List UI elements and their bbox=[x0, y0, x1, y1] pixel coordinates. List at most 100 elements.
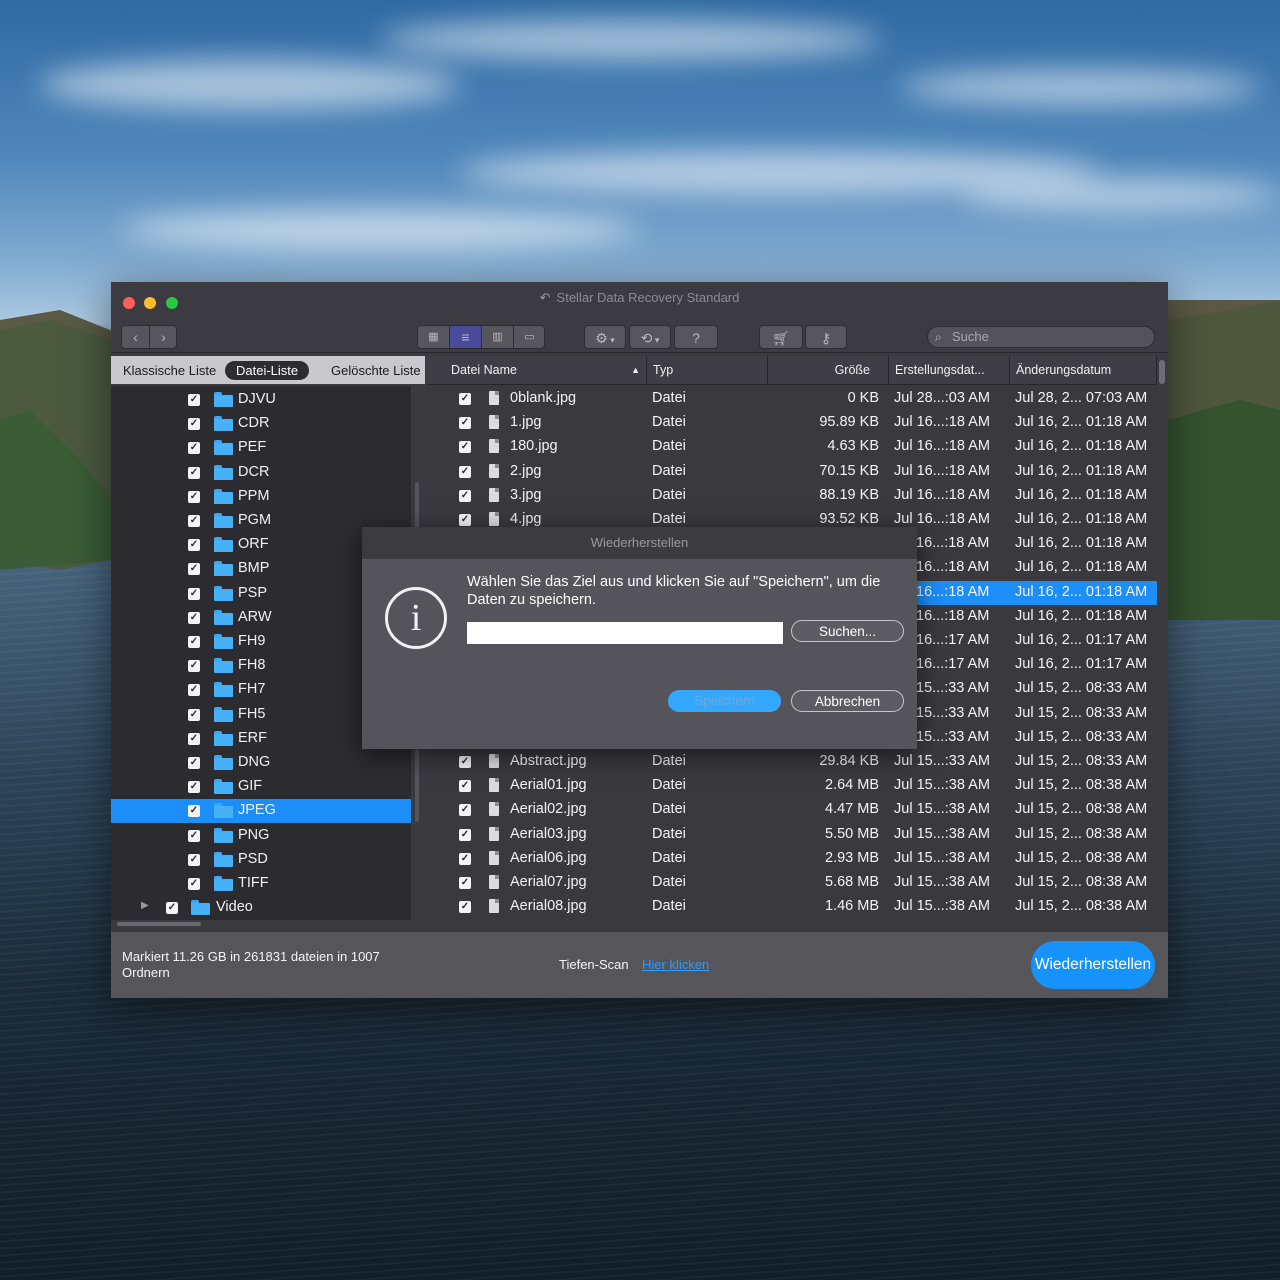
checkbox[interactable]: ✓ bbox=[459, 393, 471, 405]
tree-horizontal-scrollbar[interactable] bbox=[117, 922, 201, 926]
checkbox[interactable]: ✓ bbox=[188, 732, 200, 745]
checkbox[interactable]: ✓ bbox=[459, 780, 471, 793]
checkbox[interactable]: ✓ bbox=[459, 489, 471, 502]
table-row[interactable]: ✓ Aerial03.jpg Datei 5.50 MB Jul 15...:38 AM… bbox=[427, 823, 1157, 847]
folder-icon bbox=[214, 755, 233, 770]
checkbox[interactable]: ✓ bbox=[188, 708, 200, 721]
table-row[interactable]: ✓ Aerial07.jpg Datei 5.68 MB Jul 15...:38 AM… bbox=[427, 871, 1157, 895]
checkbox[interactable]: ✓ bbox=[188, 853, 200, 866]
column-view-button[interactable]: ▥ bbox=[482, 326, 514, 348]
checkbox[interactable]: ✓ bbox=[188, 515, 200, 527]
checkbox[interactable]: ✓ bbox=[459, 804, 471, 817]
tree-item[interactable]: ✓ TIFF bbox=[111, 872, 411, 896]
checkbox[interactable]: ✓ bbox=[188, 878, 200, 890]
file-name: Aerial06.jpg bbox=[510, 849, 587, 866]
back-button[interactable]: ‹ bbox=[122, 326, 150, 348]
table-row[interactable]: ✓ 0blank.jpg Datei 0 KB Jul 28...:03 AM Jul 2… bbox=[427, 387, 1157, 411]
search-placeholder: Suche bbox=[952, 329, 989, 344]
checkbox[interactable]: ✓ bbox=[459, 514, 471, 526]
tree-item[interactable]: ✓ PPM bbox=[111, 485, 411, 509]
checkbox[interactable]: ✓ bbox=[188, 587, 200, 600]
checkbox[interactable]: ✓ bbox=[188, 442, 200, 455]
file-name: 2.jpg bbox=[510, 462, 542, 479]
tab-file-list[interactable]: Datei-Liste bbox=[225, 361, 310, 380]
save-button[interactable]: Speichern bbox=[668, 690, 781, 712]
search-input[interactable]: ⌕ Suche bbox=[927, 326, 1155, 348]
checkbox[interactable]: ✓ bbox=[188, 829, 200, 842]
recover-button[interactable]: Wiederherstellen bbox=[1031, 941, 1155, 989]
browse-button[interactable]: Suchen... bbox=[791, 620, 904, 642]
checkbox[interactable]: ✓ bbox=[188, 684, 200, 697]
checkbox[interactable]: ✓ bbox=[188, 466, 200, 479]
checkbox[interactable]: ✓ bbox=[188, 660, 200, 673]
column-header-modified[interactable]: Änderungsdatum bbox=[1010, 356, 1157, 384]
tab-classic-list[interactable]: Klassische Liste bbox=[123, 361, 216, 380]
checkbox[interactable]: ✓ bbox=[188, 757, 200, 769]
key-button[interactable]: ⚷ bbox=[805, 325, 847, 349]
column-header-size[interactable]: Größe bbox=[768, 356, 889, 384]
checkbox[interactable]: ✓ bbox=[188, 781, 200, 794]
checkbox[interactable]: ✓ bbox=[188, 636, 200, 648]
column-header-name[interactable]: Datei Name ▲ bbox=[427, 356, 647, 384]
table-row[interactable]: ✓ Abstract.jpg Datei 29.84 KB Jul 15...:33 A… bbox=[427, 750, 1157, 774]
checkbox[interactable]: ✓ bbox=[188, 490, 200, 503]
checkbox[interactable]: ✓ bbox=[188, 539, 200, 552]
checkbox[interactable]: ✓ bbox=[459, 417, 471, 430]
table-scrollbar[interactable] bbox=[1159, 360, 1165, 384]
tree-item[interactable]: ✓ PEF bbox=[111, 436, 411, 460]
table-row[interactable]: ✓ Aerial02.jpg Datei 4.47 MB Jul 15...:38 AM… bbox=[427, 798, 1157, 822]
checkbox[interactable]: ✓ bbox=[459, 441, 471, 454]
modified-date: Jul 28, 2... 07:03 AM bbox=[1015, 390, 1148, 406]
table-row[interactable]: ✓ Aerial01.jpg Datei 2.64 MB Jul 15...:38 AM… bbox=[427, 774, 1157, 798]
table-row[interactable]: ✓ Aerial08.jpg Datei 1.46 MB Jul 15...:38 AM… bbox=[427, 895, 1157, 919]
preview-view-button[interactable]: ▭ bbox=[514, 326, 545, 348]
column-header-type[interactable]: Typ bbox=[647, 356, 768, 384]
table-row[interactable]: ✓ 1.jpg Datei 95.89 KB Jul 16...:18 AM Jul 16… bbox=[427, 411, 1157, 435]
checkbox[interactable]: ✓ bbox=[188, 563, 200, 576]
table-row[interactable]: ✓ 2.jpg Datei 70.15 KB Jul 16...:18 AM Jul 16… bbox=[427, 460, 1157, 484]
tree-item-label: BMP bbox=[238, 560, 270, 577]
table-row[interactable]: ✓ 3.jpg Datei 88.19 KB Jul 16...:18 AM Jul 16… bbox=[427, 484, 1157, 508]
deep-scan-link[interactable]: Hier klicken bbox=[642, 957, 709, 972]
disclosure-triangle-icon[interactable]: ▶ bbox=[141, 900, 149, 911]
list-view-button[interactable]: ≡ bbox=[450, 326, 482, 348]
tree-item[interactable]: ✓ PNG bbox=[111, 824, 411, 848]
tree-item[interactable]: ▶ ✓ Video bbox=[111, 896, 411, 920]
history-button[interactable]: ⟲ ▾ bbox=[629, 325, 671, 349]
checkbox[interactable]: ✓ bbox=[459, 877, 471, 889]
tree-item[interactable]: ✓ GIF bbox=[111, 775, 411, 799]
tree-item[interactable]: ✓ DJVU bbox=[111, 388, 411, 412]
checkbox[interactable]: ✓ bbox=[459, 828, 471, 841]
tree-item[interactable]: ✓ DNG bbox=[111, 751, 411, 775]
checkbox[interactable]: ✓ bbox=[188, 611, 200, 624]
tree-item[interactable]: ✓ JPEG bbox=[111, 799, 411, 824]
tree-item[interactable]: ✓ CDR bbox=[111, 412, 411, 436]
checkbox[interactable]: ✓ bbox=[166, 902, 178, 915]
checkbox[interactable]: ✓ bbox=[188, 418, 200, 431]
destination-path-input[interactable] bbox=[467, 622, 783, 644]
checkbox[interactable]: ✓ bbox=[188, 394, 200, 406]
file-name: 0blank.jpg bbox=[510, 390, 577, 406]
file-size: 93.52 KB bbox=[819, 511, 879, 527]
icon-view-button[interactable]: ▦ bbox=[418, 326, 450, 348]
window-title-label: Stellar Data Recovery Standard bbox=[556, 290, 740, 305]
checkbox[interactable]: ✓ bbox=[459, 465, 471, 478]
checkbox[interactable]: ✓ bbox=[188, 805, 200, 818]
table-row[interactable]: ✓ Aerial06.jpg Datei 2.93 MB Jul 15...:38 AM… bbox=[427, 847, 1157, 871]
created-date: 15...:33 AM bbox=[916, 680, 990, 697]
cart-button[interactable]: 🛒︎ bbox=[759, 325, 803, 349]
checkbox[interactable]: ✓ bbox=[459, 901, 471, 914]
column-header-created[interactable]: Erstellungsdat... bbox=[889, 356, 1010, 384]
tree-item[interactable]: ✓ DCR bbox=[111, 461, 411, 485]
checkbox[interactable]: ✓ bbox=[459, 756, 471, 768]
settings-button[interactable]: ⚙ ▾ bbox=[584, 325, 626, 349]
cancel-button[interactable]: Abbrechen bbox=[791, 690, 904, 712]
folder-icon bbox=[214, 730, 233, 746]
created-date: Jul 16...:18 AM bbox=[894, 511, 990, 527]
table-row[interactable]: ✓ 180.jpg Datei 4.63 KB Jul 16...:18 AM Jul 1… bbox=[427, 435, 1157, 459]
forward-button[interactable]: › bbox=[150, 326, 177, 348]
help-button[interactable]: ? bbox=[674, 325, 718, 349]
checkbox[interactable]: ✓ bbox=[459, 852, 471, 865]
tab-deleted-list[interactable]: Gelöschte Liste bbox=[331, 361, 421, 380]
tree-item[interactable]: ✓ PSD bbox=[111, 848, 411, 872]
